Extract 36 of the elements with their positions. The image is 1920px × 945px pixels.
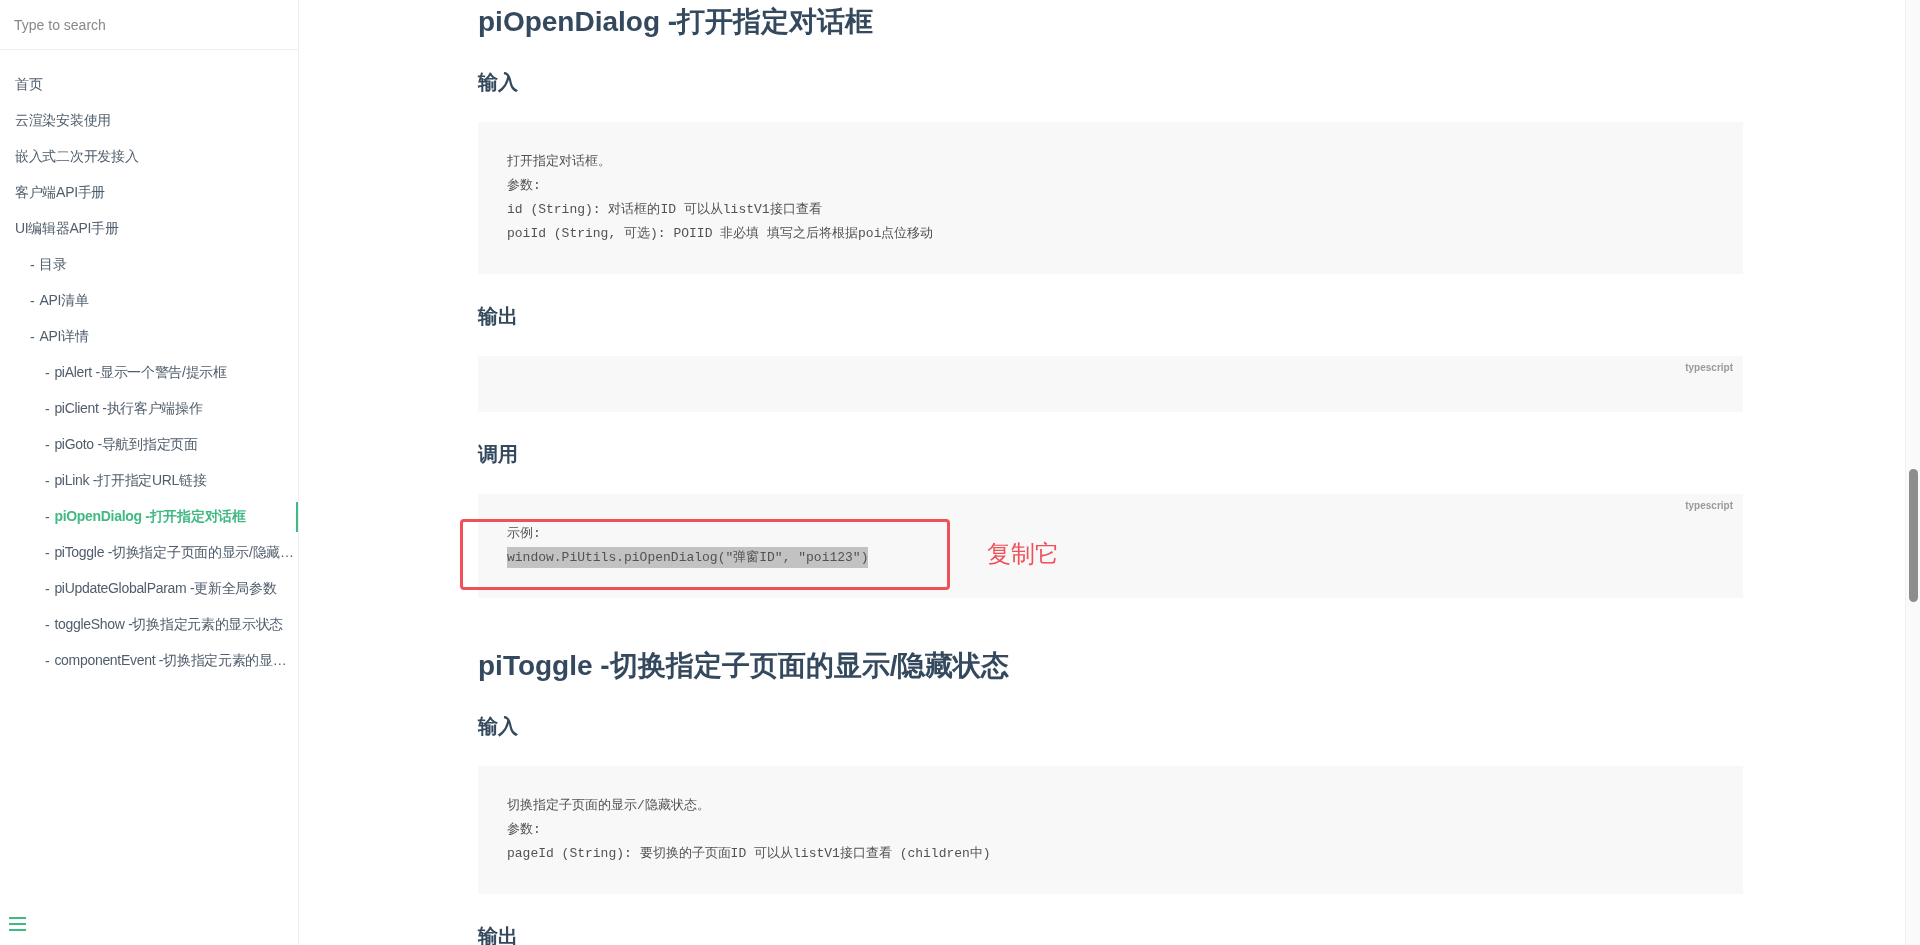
annotation-label: 复制它 — [987, 539, 1059, 569]
subsection-heading: 输入 — [478, 714, 519, 739]
sidebar-link[interactable]: - piToggle -切换指定子页面的显示/隐藏… — [0, 538, 298, 568]
subsection-heading: 输入 — [478, 70, 519, 95]
code-line: 打开指定对话框。 — [507, 153, 611, 171]
language-label: typescript — [1685, 361, 1733, 375]
code-line: 参数: — [507, 177, 541, 195]
sidebar-link[interactable]: UI编辑器API手册 — [0, 214, 298, 244]
subsection-heading: 输出 — [478, 304, 519, 329]
menu-icon[interactable] — [9, 917, 26, 931]
sidebar-link[interactable]: - componentEvent -切换指定元素的显… — [0, 646, 298, 676]
sidebar-link[interactable]: 云渲染安装使用 — [0, 106, 298, 136]
code-line: 切换指定子页面的显示/隐藏状态。 — [507, 797, 710, 815]
code-line: poiId (String, 可选): POIID 非必填 填写之后将根据poi点位移动 — [507, 225, 934, 243]
sidebar-link[interactable]: - piUpdateGlobalParam -更新全局参数 — [0, 574, 298, 604]
sidebar-link[interactable]: - piClient -执行客户端操作 — [0, 394, 298, 424]
code-line: 示例: — [507, 525, 541, 543]
code-line: id (String): 对话框的ID 可以从listV1接口查看 — [507, 201, 822, 219]
sidebar-link[interactable]: - piOpenDialog -打开指定对话框 — [0, 502, 298, 532]
sidebar-link[interactable]: - API详情 — [0, 322, 298, 352]
code-line: pageId (String): 要切换的子页面ID 可以从listV1接口查看 (children中) — [507, 845, 991, 863]
sidebar-link[interactable]: 首页 — [0, 70, 298, 100]
sidebar-link[interactable]: - piAlert -显示一个警告/提示框 — [0, 358, 298, 388]
subsection-heading: 调用 — [478, 442, 519, 467]
section-heading: piToggle -切换指定子页面的显示/隐藏状态 — [478, 649, 1011, 683]
section-heading: piOpenDialog -打开指定对话框 — [478, 5, 875, 39]
scrollbar-thumb[interactable] — [1909, 469, 1918, 602]
language-label: typescript — [1685, 499, 1733, 513]
sidebar-link[interactable]: 嵌入式二次开发接入 — [0, 142, 298, 172]
code-line: 参数: — [507, 821, 541, 839]
sidebar-link[interactable]: - piLink -打开指定URL链接 — [0, 466, 298, 496]
sidebar-link[interactable]: - piGoto -导航到指定页面 — [0, 430, 298, 460]
sidebar-link[interactable]: - toggleShow -切换指定元素的显示状态 — [0, 610, 298, 640]
sidebar-link[interactable]: 客户端API手册 — [0, 178, 298, 208]
sidebar-link[interactable]: - API清单 — [0, 286, 298, 316]
sidebar-link[interactable]: - 目录 — [0, 250, 298, 280]
